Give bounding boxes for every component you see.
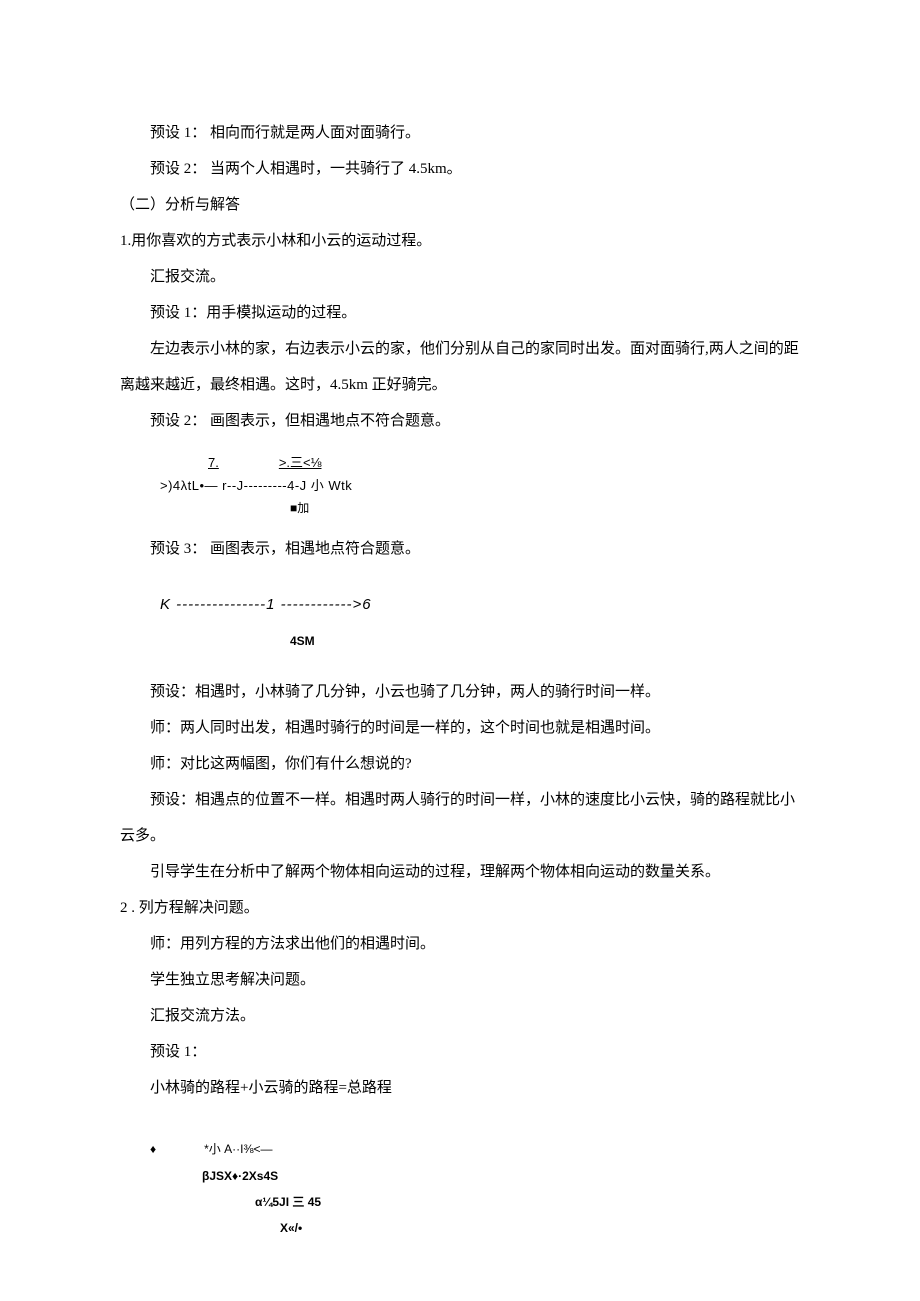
math-work: ♦ *小 A··I⅜<— βJSX♦·2Xs4S α¼5JI 三 45 X«/• <box>150 1136 800 1242</box>
math-line-4: X«/• <box>280 1215 800 1241</box>
description-text: 左边表示小林的家，右边表示小云的家，他们分别从自己的家同时出发。面对面骑行,两人… <box>120 331 800 403</box>
guide-text: 引导学生在分析中了解两个物体相向运动的过程，理解两个物体相向运动的数量关系。 <box>120 854 800 890</box>
question-2-heading: 2 . 列方程解决问题。 <box>120 890 800 926</box>
figure-1-line-3: ■加 <box>290 498 800 520</box>
report-exchange: 汇报交流。 <box>120 259 800 295</box>
question-1-heading: 1.用你喜欢的方式表示小林和小云的运动过程。 <box>120 223 800 259</box>
teacher-question: 师：对比这两幅图，你们有什么想说的? <box>120 746 800 782</box>
preset-time-same: 预设：相遇时，小林骑了几分钟，小云也骑了几分钟，两人的骑行时间一样。 <box>120 674 800 710</box>
figure-1-line-1a: 7. <box>208 455 219 470</box>
math-line-1: ♦ *小 A··I⅜<— <box>150 1136 800 1162</box>
teacher-comment-1: 师：两人同时出发，相遇时骑行的时间是一样的，这个时间也就是相遇时间。 <box>120 710 800 746</box>
figure-1: 7.>.三<⅛ >)4λtL•— r--J---------4-J 小 Wtk … <box>160 451 800 519</box>
preset-3-draw: 预设 3： 画图表示，相遇地点符合题意。 <box>120 531 800 567</box>
figure-2: K ---------------1 ------------>6 4SM <box>160 587 800 656</box>
student-think: 学生独立思考解决问题。 <box>120 962 800 998</box>
figure-2-line-2: 4SM <box>290 627 800 656</box>
preset-position: 预设：相遇点的位置不一样。相遇时两人骑行的时间一样，小林的速度比小云快，骑的路程… <box>120 782 800 854</box>
equation-text: 小林骑的路程+小云骑的路程=总路程 <box>120 1070 800 1106</box>
section-2-heading: （二）分析与解答 <box>120 187 800 223</box>
preset-1-sim: 预设 1：用手模拟运动的过程。 <box>120 295 800 331</box>
preset-1-label: 预设 1： <box>120 1034 800 1070</box>
preset-2-text: 预设 2： 当两个人相遇时，一共骑行了 4.5km。 <box>120 151 800 187</box>
preset-2-draw: 预设 2： 画图表示，但相遇地点不符合题意。 <box>120 403 800 439</box>
preset-1-text: 预设 1： 相向而行就是两人面对面骑行。 <box>120 115 800 151</box>
figure-1-line-1: 7. >.三<⅛ <box>208 451 800 474</box>
figure-2-line-1: K ---------------1 ------------>6 <box>160 587 800 623</box>
math-line-3: α¼5JI 三 45 <box>255 1189 800 1215</box>
math-line-2: βJSX♦·2Xs4S <box>202 1163 800 1189</box>
report-methods: 汇报交流方法。 <box>120 998 800 1034</box>
figure-1-line-2: >)4λtL•— r--J---------4-J 小 Wtk <box>160 474 800 497</box>
teacher-instruction: 师：用列方程的方法求出他们的相遇时间。 <box>120 926 800 962</box>
figure-1-line-1b: >.三<⅛ <box>279 455 322 470</box>
